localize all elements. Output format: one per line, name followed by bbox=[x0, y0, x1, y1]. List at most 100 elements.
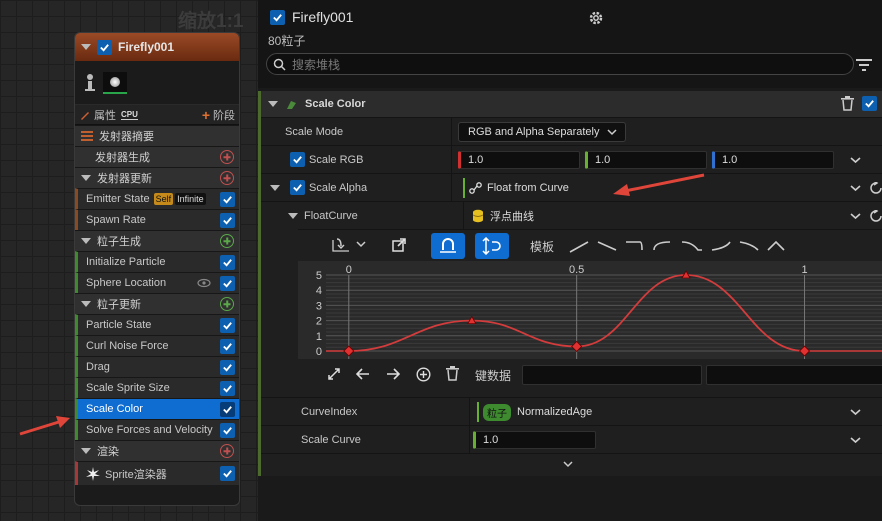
module-sprite-renderer[interactable]: Sprite渲染器 bbox=[75, 461, 239, 485]
filter-icon[interactable] bbox=[856, 58, 872, 72]
module-icon bbox=[287, 100, 296, 109]
chevron-down-icon[interactable] bbox=[563, 461, 573, 468]
module-particle-state[interactable]: Particle State bbox=[75, 314, 239, 335]
section-particle-update[interactable]: 粒子更新 bbox=[75, 293, 239, 314]
module-enable-checkbox[interactable] bbox=[220, 276, 235, 291]
gear-icon[interactable] bbox=[588, 10, 604, 26]
chevron-down-icon[interactable] bbox=[850, 184, 861, 192]
module-emitter-state[interactable]: Emitter State Self Infinite bbox=[75, 188, 239, 209]
key-time-input[interactable] bbox=[522, 365, 702, 385]
module-scale-color[interactable]: Scale Color bbox=[75, 398, 239, 419]
scale-alpha-checkbox[interactable] bbox=[290, 180, 305, 195]
key-value-input[interactable] bbox=[706, 365, 882, 385]
chevron-down-icon[interactable] bbox=[850, 212, 861, 220]
chevron-down-icon[interactable] bbox=[850, 156, 861, 164]
scale-rgb-checkbox[interactable] bbox=[290, 152, 305, 167]
tab-stage[interactable]: + 阶段 bbox=[202, 107, 235, 123]
add-module-icon[interactable] bbox=[220, 444, 234, 458]
emitter-enable-checkbox[interactable] bbox=[270, 10, 285, 25]
curve-index-value[interactable]: 粒子 NormalizedAge bbox=[477, 402, 592, 422]
expand-icon[interactable] bbox=[328, 368, 340, 380]
chevron-down-icon[interactable] bbox=[850, 408, 861, 416]
section-enable-checkbox[interactable] bbox=[862, 96, 877, 111]
float-curve-value[interactable]: 浮点曲线 bbox=[490, 208, 534, 224]
section-footer[interactable] bbox=[261, 453, 882, 475]
curve-editor[interactable]: 0 1 2 3 4 5 0 0.5 1 键数据 bbox=[298, 261, 882, 389]
module-enable-checkbox[interactable] bbox=[220, 192, 235, 207]
section-emitter-summary[interactable]: 发射器摘要 bbox=[75, 125, 239, 146]
search-input[interactable]: 搜索堆栈 bbox=[266, 53, 854, 75]
scale-curve-label: Scale Curve bbox=[301, 433, 361, 446]
collapse-icon[interactable] bbox=[81, 301, 91, 307]
add-module-icon[interactable] bbox=[220, 234, 234, 248]
section-emitter-spawn[interactable]: 发射器生成 bbox=[75, 146, 239, 167]
module-enable-checkbox[interactable] bbox=[220, 423, 235, 438]
collapse-icon[interactable] bbox=[81, 175, 91, 181]
delete-icon[interactable] bbox=[841, 96, 854, 111]
rgb-b-input[interactable]: 1.0 bbox=[712, 151, 834, 169]
reset-icon[interactable] bbox=[870, 210, 882, 222]
y-tick-label: 2 bbox=[316, 316, 322, 328]
module-solve-forces-velocity[interactable]: Solve Forces and Velocity bbox=[75, 419, 239, 440]
open-external-icon[interactable] bbox=[392, 238, 406, 252]
add-key-icon[interactable] bbox=[416, 367, 431, 382]
section-particle-spawn[interactable]: 粒子生成 bbox=[75, 230, 239, 251]
module-enable-checkbox[interactable] bbox=[220, 381, 235, 396]
section-emitter-update[interactable]: 发射器更新 bbox=[75, 167, 239, 188]
node-header[interactable]: Firefly001 bbox=[75, 33, 239, 61]
add-module-icon[interactable] bbox=[220, 297, 234, 311]
module-enable-checkbox[interactable] bbox=[220, 360, 235, 375]
panel-header: Firefly001 80粒子 搜索堆栈 bbox=[258, 0, 882, 88]
collapse-icon[interactable] bbox=[81, 238, 91, 244]
add-module-icon[interactable] bbox=[220, 150, 234, 164]
module-scale-sprite-size[interactable]: Scale Sprite Size bbox=[75, 377, 239, 398]
chevron-down-icon bbox=[607, 129, 617, 136]
rgb-g-input[interactable]: 1.0 bbox=[585, 151, 707, 169]
emitter-node[interactable]: Firefly001 属性 CPU + 阶段 发射器摘要 发射器生成 发射器更新… bbox=[74, 32, 240, 506]
module-sphere-location[interactable]: Sphere Location bbox=[75, 272, 239, 293]
add-module-icon[interactable] bbox=[220, 171, 234, 185]
section-header[interactable]: Scale Color bbox=[261, 91, 882, 117]
node-title: Firefly001 bbox=[118, 40, 175, 54]
emitter-enable-checkbox[interactable] bbox=[97, 39, 112, 55]
module-enable-checkbox[interactable] bbox=[220, 402, 235, 417]
rgb-r-input[interactable]: 1.0 bbox=[458, 151, 580, 169]
scale-alpha-source[interactable]: Float from Curve bbox=[463, 178, 569, 198]
scale-curve-input[interactable]: 1.0 bbox=[473, 431, 596, 449]
module-enable-checkbox[interactable] bbox=[220, 213, 235, 228]
chevron-down-icon[interactable] bbox=[850, 436, 861, 444]
module-drag[interactable]: Drag bbox=[75, 356, 239, 377]
node-thumbnail-bar bbox=[75, 61, 239, 105]
row-scale-rgb: Scale RGB 1.0 1.0 1.0 bbox=[261, 145, 882, 173]
scale-alpha-label: Scale Alpha bbox=[309, 181, 368, 194]
collapse-icon[interactable] bbox=[268, 101, 278, 107]
snap-to-grid-button[interactable] bbox=[431, 233, 465, 259]
reset-icon[interactable] bbox=[870, 182, 882, 194]
eye-icon[interactable] bbox=[197, 278, 211, 288]
collapse-icon[interactable] bbox=[81, 448, 91, 454]
expand-icon[interactable] bbox=[270, 185, 280, 191]
curve-templates[interactable] bbox=[568, 236, 800, 256]
module-enable-checkbox[interactable] bbox=[220, 255, 235, 270]
database-icon bbox=[472, 209, 484, 223]
delete-key-icon[interactable] bbox=[446, 366, 459, 381]
module-enable-checkbox[interactable] bbox=[220, 339, 235, 354]
tab-properties[interactable]: 属性 CPU bbox=[79, 107, 138, 123]
curve-key-dropdown[interactable] bbox=[332, 236, 366, 252]
curve-chart[interactable]: 0 1 2 3 4 5 0 0.5 1 bbox=[298, 261, 882, 359]
auto-frame-button[interactable] bbox=[475, 233, 509, 259]
scale-mode-dropdown[interactable]: RGB and Alpha Separately bbox=[458, 122, 626, 142]
emitter-graph-canvas[interactable]: 缩放1:1 Firefly001 属性 CPU + 阶段 发射器摘要 发射器生成… bbox=[0, 0, 258, 521]
preview-thumbnail[interactable] bbox=[103, 71, 127, 94]
module-initialize-particle[interactable]: Initialize Particle bbox=[75, 251, 239, 272]
section-render[interactable]: 渲染 bbox=[75, 440, 239, 461]
module-enable-checkbox[interactable] bbox=[220, 318, 235, 333]
particle-namespace-badge: 粒子 bbox=[483, 403, 511, 421]
collapse-icon[interactable] bbox=[81, 44, 91, 50]
arrow-right-icon[interactable] bbox=[386, 368, 400, 380]
module-enable-checkbox[interactable] bbox=[220, 466, 235, 481]
arrow-left-icon[interactable] bbox=[356, 368, 370, 380]
module-spawn-rate[interactable]: Spawn Rate bbox=[75, 209, 239, 230]
module-curl-noise-force[interactable]: Curl Noise Force bbox=[75, 335, 239, 356]
expand-icon[interactable] bbox=[288, 213, 298, 219]
